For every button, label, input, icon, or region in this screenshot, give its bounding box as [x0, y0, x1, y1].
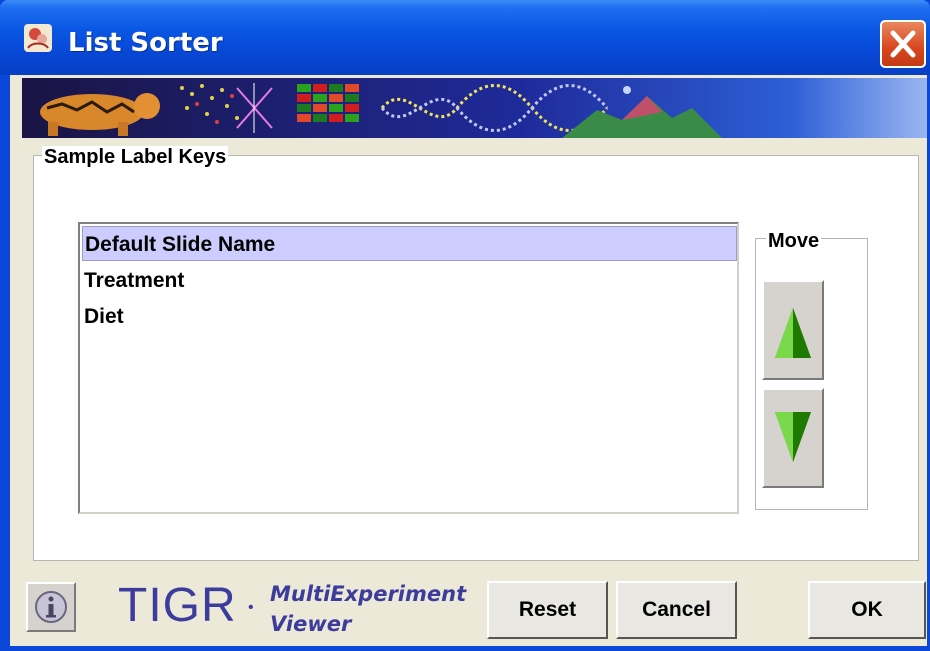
sample-label-keys-list[interactable]: Default Slide Name Treatment Diet: [78, 222, 739, 514]
move-title: Move: [766, 230, 822, 253]
arrow-up-icon: [775, 308, 811, 358]
cancel-button[interactable]: Cancel: [616, 581, 737, 639]
tigr-logo-dot: •: [248, 599, 254, 616]
info-icon: [35, 591, 67, 623]
ok-button[interactable]: OK: [808, 581, 926, 639]
move-down-button[interactable]: [762, 388, 824, 488]
list-sorter-window: List Sorter Sample Label Keys Default Sl…: [0, 0, 930, 651]
list-item[interactable]: Treatment: [82, 263, 737, 298]
tigr-banner-image: [22, 78, 927, 138]
tigr-logo-text: TIGR: [118, 579, 237, 632]
move-up-button[interactable]: [762, 280, 824, 380]
product-name-line2: Viewer: [270, 612, 352, 636]
window-title: List Sorter: [68, 28, 223, 58]
app-icon: [24, 24, 52, 52]
list-item[interactable]: Diet: [82, 299, 737, 334]
product-name-line1: MultiExperiment: [270, 582, 467, 606]
close-icon: [890, 30, 916, 58]
sample-label-keys-title: Sample Label Keys: [42, 146, 229, 169]
reset-button[interactable]: Reset: [487, 581, 608, 639]
list-item[interactable]: Default Slide Name: [82, 226, 737, 261]
info-button[interactable]: [26, 582, 76, 632]
arrow-down-icon: [775, 412, 811, 462]
title-bar[interactable]: List Sorter: [0, 0, 930, 75]
close-button[interactable]: [880, 20, 926, 68]
